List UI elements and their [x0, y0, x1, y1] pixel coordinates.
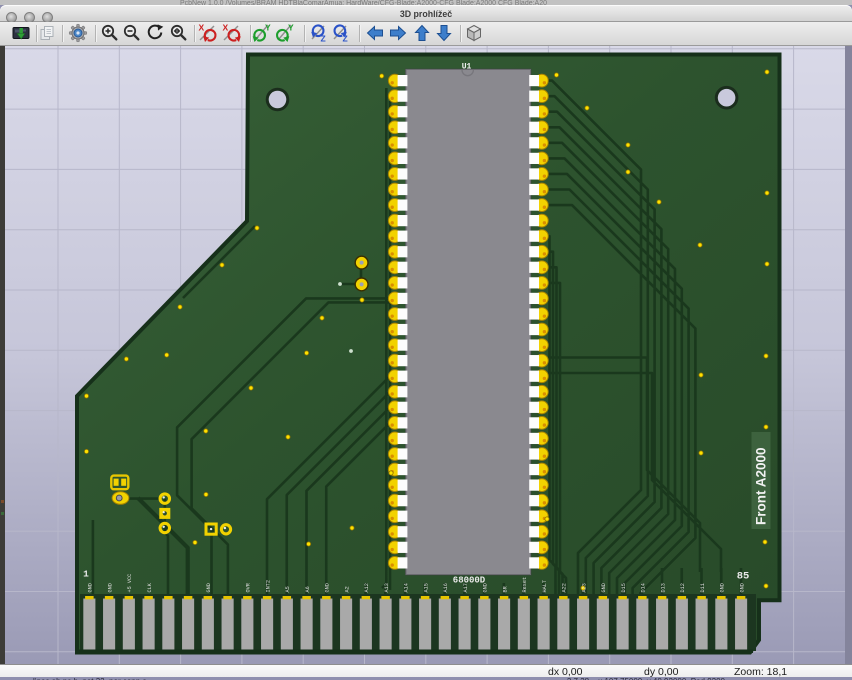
svg-text:GND: GND — [601, 583, 607, 592]
svg-text:D14: D14 — [641, 583, 647, 592]
svg-text:A13: A13 — [384, 583, 390, 592]
svg-text:D11: D11 — [700, 583, 706, 592]
svg-text:+5 VCC: +5 VCC — [127, 574, 133, 593]
svg-text:X: X — [223, 23, 229, 33]
svg-text:A17: A17 — [463, 583, 469, 592]
svg-text:GND: GND — [483, 583, 489, 592]
svg-text:D13: D13 — [660, 583, 666, 592]
svg-text:BR: BR — [502, 586, 508, 592]
svg-text:GND: GND — [107, 583, 113, 592]
svg-text:Z: Z — [342, 34, 347, 44]
svg-text:A22: A22 — [562, 583, 568, 592]
svg-text:A2: A2 — [344, 586, 350, 592]
svg-text:Z: Z — [320, 34, 325, 44]
svg-text:D15: D15 — [621, 583, 627, 592]
svg-text:D12: D12 — [680, 583, 686, 592]
svg-text:GND: GND — [720, 583, 726, 592]
svg-text:A23: A23 — [581, 583, 587, 592]
svg-text:Reset: Reset — [522, 577, 528, 593]
svg-text:A6: A6 — [305, 586, 311, 592]
svg-text:GND: GND — [206, 583, 212, 592]
svg-text:85: 85 — [737, 571, 750, 583]
svg-text:U1: U1 — [462, 63, 472, 72]
svg-text:X: X — [199, 23, 205, 33]
svg-text:GND: GND — [88, 583, 94, 592]
svg-text:68000D: 68000D — [453, 576, 486, 586]
svg-text:GND: GND — [325, 583, 331, 592]
svg-text:A12: A12 — [364, 583, 370, 592]
svg-text:OVR: OVR — [246, 583, 252, 592]
svg-text:INT2: INT2 — [265, 580, 271, 592]
svg-text:Y: Y — [288, 23, 294, 33]
svg-text:A15: A15 — [423, 583, 429, 592]
svg-text:Y: Y — [265, 23, 271, 33]
svg-text:Front A2000: Front A2000 — [754, 447, 769, 525]
svg-text:1: 1 — [83, 569, 89, 580]
svg-text:A5: A5 — [285, 586, 291, 592]
svg-text:GND: GND — [739, 583, 745, 592]
svg-text:A16: A16 — [443, 583, 449, 592]
svg-text:A14: A14 — [404, 583, 410, 592]
svg-text:HALT: HALT — [542, 580, 548, 592]
svg-text:CLK: CLK — [147, 582, 153, 592]
